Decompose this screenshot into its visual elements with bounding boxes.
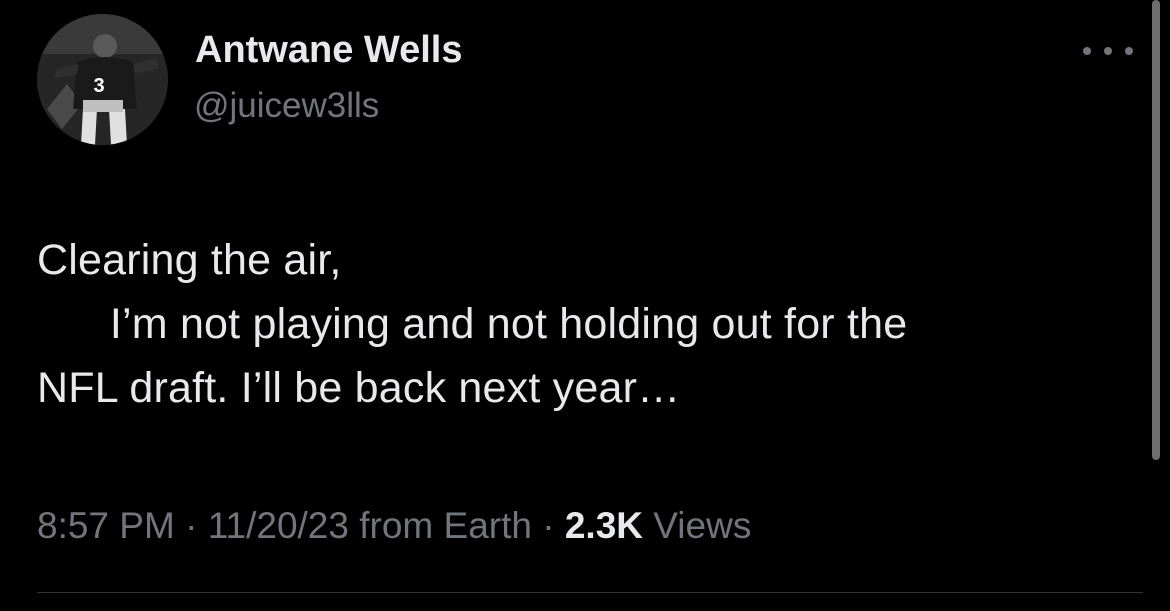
tweet-text-line: NFL draft. I’ll be back next year…: [37, 364, 681, 412]
tweet-source: from Earth: [359, 505, 532, 546]
views-label: Views: [653, 505, 752, 546]
more-horizontal-icon: [1125, 47, 1133, 55]
more-horizontal-icon: [1104, 47, 1112, 55]
author-name[interactable]: Antwane Wells: [195, 29, 462, 72]
avatar[interactable]: 3: [37, 14, 168, 145]
meta-separator: ·: [542, 505, 555, 546]
tweet-time[interactable]: 8:57 PM: [37, 505, 175, 546]
more-options-button[interactable]: [1083, 36, 1133, 66]
more-horizontal-icon: [1083, 47, 1091, 55]
divider: [37, 592, 1143, 593]
scrollbar[interactable]: [1152, 0, 1160, 460]
jersey-number: 3: [93, 75, 104, 97]
author-handle[interactable]: @juicew3lls: [194, 86, 379, 126]
meta-separator: ·: [185, 505, 198, 546]
tweet-text-line: Clearing the air,: [37, 236, 342, 284]
tweet-text: Clearing the air, I’m not playing and no…: [37, 228, 1117, 420]
tweet-metadata: 8:57 PM · 11/20/23 from Earth · 2.3K Vie…: [37, 505, 751, 547]
tweet-detail: 3 Antwane Wells @juicew3lls Clearing the…: [0, 0, 1170, 611]
profile-photo-icon: 3: [37, 14, 168, 145]
tweet-text-line: I’m not playing and not holding out for …: [37, 300, 908, 348]
views-count[interactable]: 2.3K: [565, 505, 643, 546]
tweet-date[interactable]: 11/20/23: [208, 505, 349, 546]
